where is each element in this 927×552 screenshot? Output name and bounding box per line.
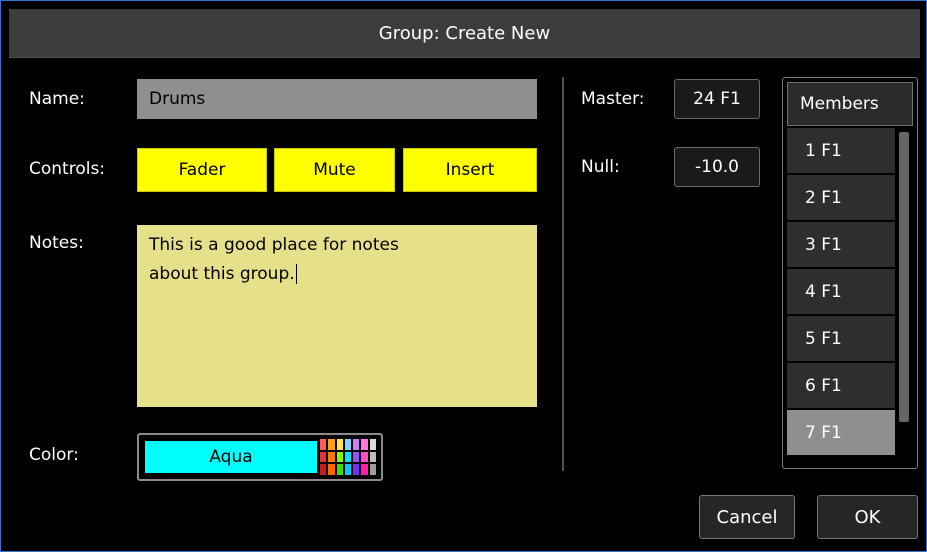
ok-button[interactable]: OK	[817, 495, 918, 539]
palette-swatch[interactable]	[369, 464, 376, 476]
palette-row	[319, 438, 377, 451]
palette-swatch[interactable]	[336, 451, 343, 463]
palette-swatch[interactable]	[336, 464, 343, 476]
color-selector[interactable]: Aqua	[137, 433, 383, 481]
members-scrollbar[interactable]	[897, 128, 913, 464]
fader-button[interactable]: Fader	[137, 148, 267, 192]
palette-swatch[interactable]	[328, 464, 335, 476]
palette-swatch[interactable]	[328, 451, 335, 463]
palette-swatch[interactable]	[353, 464, 360, 476]
master-field[interactable]: 24 F1	[674, 79, 760, 119]
member-item[interactable]: 4 F1	[787, 269, 895, 314]
palette-swatch[interactable]	[344, 464, 352, 476]
notes-textarea[interactable]: This is a good place for notes about thi…	[137, 225, 537, 407]
name-label: Name:	[29, 89, 85, 109]
member-item[interactable]: 3 F1	[787, 222, 895, 267]
member-item[interactable]: 1 F1	[787, 128, 895, 173]
members-list-panel: Members 1 F1 2 F1 3 F1 4 F1 5 F1 6 F1 7 F1	[782, 77, 918, 469]
palette-swatch[interactable]	[361, 464, 368, 476]
palette-swatch[interactable]	[320, 451, 327, 463]
notes-label: Notes:	[29, 233, 84, 253]
member-item[interactable]: 5 F1	[787, 316, 895, 361]
palette-row	[319, 463, 377, 476]
null-label: Null:	[581, 157, 620, 177]
member-item[interactable]: 2 F1	[787, 175, 895, 220]
palette-swatch[interactable]	[353, 439, 360, 450]
members-header[interactable]: Members	[787, 82, 913, 126]
palette-swatch[interactable]	[361, 439, 368, 450]
notes-text: This is a good place for notes about thi…	[149, 235, 399, 284]
palette-swatch[interactable]	[361, 451, 368, 463]
cancel-button[interactable]: Cancel	[699, 495, 795, 539]
insert-button[interactable]: Insert	[403, 148, 537, 192]
member-item[interactable]: 6 F1	[787, 363, 895, 408]
palette-swatch[interactable]	[320, 439, 327, 450]
dialog-title: Group: Create New	[9, 9, 920, 58]
group-create-dialog: Group: Create New Name: Drums Controls: …	[0, 0, 927, 552]
members-list: 1 F1 2 F1 3 F1 4 F1 5 F1 6 F1 7 F1	[787, 128, 895, 457]
mute-button[interactable]: Mute	[274, 148, 395, 192]
palette-swatch[interactable]	[369, 451, 376, 463]
palette-swatch[interactable]	[353, 451, 360, 463]
text-caret	[295, 264, 297, 284]
name-input[interactable]: Drums	[137, 79, 537, 119]
color-palette-icon[interactable]	[319, 438, 377, 476]
palette-swatch[interactable]	[344, 451, 352, 463]
null-field[interactable]: -10.0	[674, 147, 760, 187]
master-label: Master:	[581, 89, 645, 109]
palette-swatch[interactable]	[320, 464, 327, 476]
color-swatch[interactable]: Aqua	[145, 441, 317, 473]
members-scroll-thumb[interactable]	[899, 132, 909, 422]
controls-label: Controls:	[29, 159, 106, 179]
section-divider	[562, 77, 564, 471]
palette-swatch[interactable]	[369, 439, 376, 450]
palette-swatch[interactable]	[344, 439, 352, 450]
member-item[interactable]: 7 F1	[787, 410, 895, 455]
palette-swatch[interactable]	[328, 439, 335, 450]
palette-row	[319, 451, 377, 464]
color-label: Color:	[29, 445, 79, 465]
palette-swatch[interactable]	[336, 439, 343, 450]
